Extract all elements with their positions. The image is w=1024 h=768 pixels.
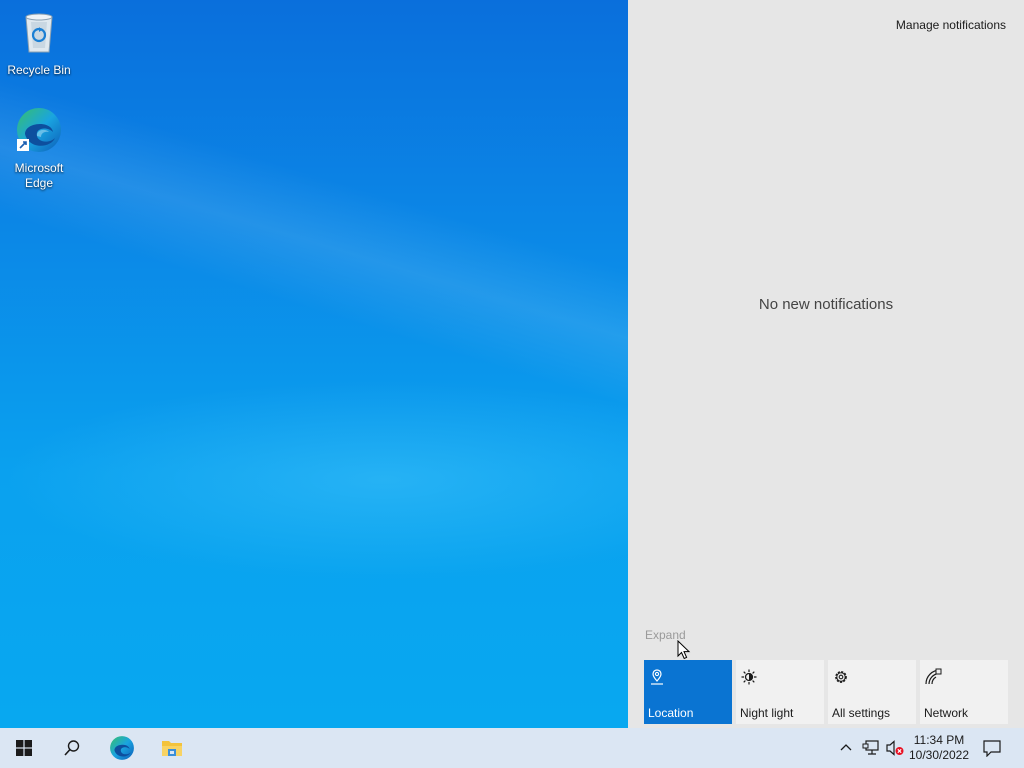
quick-action-label: Night light <box>740 706 794 720</box>
desktop-icon-label: Recycle Bin <box>7 63 71 77</box>
desktop-icon-label-line1: Microsoft <box>14 161 64 175</box>
windows-start-icon <box>16 740 32 756</box>
wallpaper-glow <box>0 380 640 580</box>
action-center-panel: Manage notifications No new notification… <box>628 0 1024 728</box>
network-wired-icon <box>862 740 879 755</box>
volume-muted-icon <box>886 740 904 756</box>
mouse-cursor <box>677 640 691 660</box>
taskbar-edge-button[interactable] <box>98 728 146 768</box>
search-button[interactable] <box>48 728 96 768</box>
tray-clock[interactable]: 11:34 PM 10/30/2022 <box>906 728 972 768</box>
file-explorer-icon <box>162 741 182 756</box>
tray-volume-button[interactable] <box>884 728 906 768</box>
action-center-button[interactable] <box>976 728 1008 768</box>
quick-action-label: All settings <box>832 706 891 720</box>
start-button[interactable] <box>0 728 48 768</box>
clock-time: 11:34 PM <box>913 733 965 747</box>
edge-icon <box>110 736 134 760</box>
desktop-icon-recycle-bin[interactable]: Recycle Bin <box>2 8 76 78</box>
taskbar: 11:34 PM 10/30/2022 <box>0 728 1024 768</box>
tray-network-button[interactable] <box>860 728 882 768</box>
gear-icon <box>835 671 847 683</box>
desktop-icon-label-line2: Edge <box>24 176 54 190</box>
quick-actions: Location Night light All settings Networ… <box>644 660 1010 724</box>
desktop-icon-microsoft-edge[interactable]: Microsoft Edge <box>2 106 76 191</box>
night-light-icon <box>741 669 757 685</box>
quick-action-label: Location <box>648 706 694 720</box>
quick-action-label: Network <box>924 706 969 720</box>
quick-action-location[interactable]: Location <box>644 660 732 724</box>
no-notifications-message: No new notifications <box>758 296 894 313</box>
quick-action-night-light[interactable]: Night light <box>736 660 824 724</box>
recycle-bin-icon <box>25 13 53 53</box>
quick-action-all-settings[interactable]: All settings <box>828 660 916 724</box>
chevron-up-icon <box>840 744 852 751</box>
network-icon <box>925 668 942 685</box>
search-icon <box>64 740 80 756</box>
notification-icon <box>983 739 1001 757</box>
location-icon <box>651 669 663 685</box>
show-hidden-icons-button[interactable] <box>836 728 856 768</box>
wallpaper-light-streak <box>0 60 667 407</box>
taskbar-file-explorer-button[interactable] <box>148 728 196 768</box>
clock-date: 10/30/2022 <box>908 748 970 762</box>
edge-icon <box>17 108 61 152</box>
quick-action-network[interactable]: Network <box>920 660 1008 724</box>
manage-notifications-link[interactable]: Manage notifications <box>896 18 1006 32</box>
